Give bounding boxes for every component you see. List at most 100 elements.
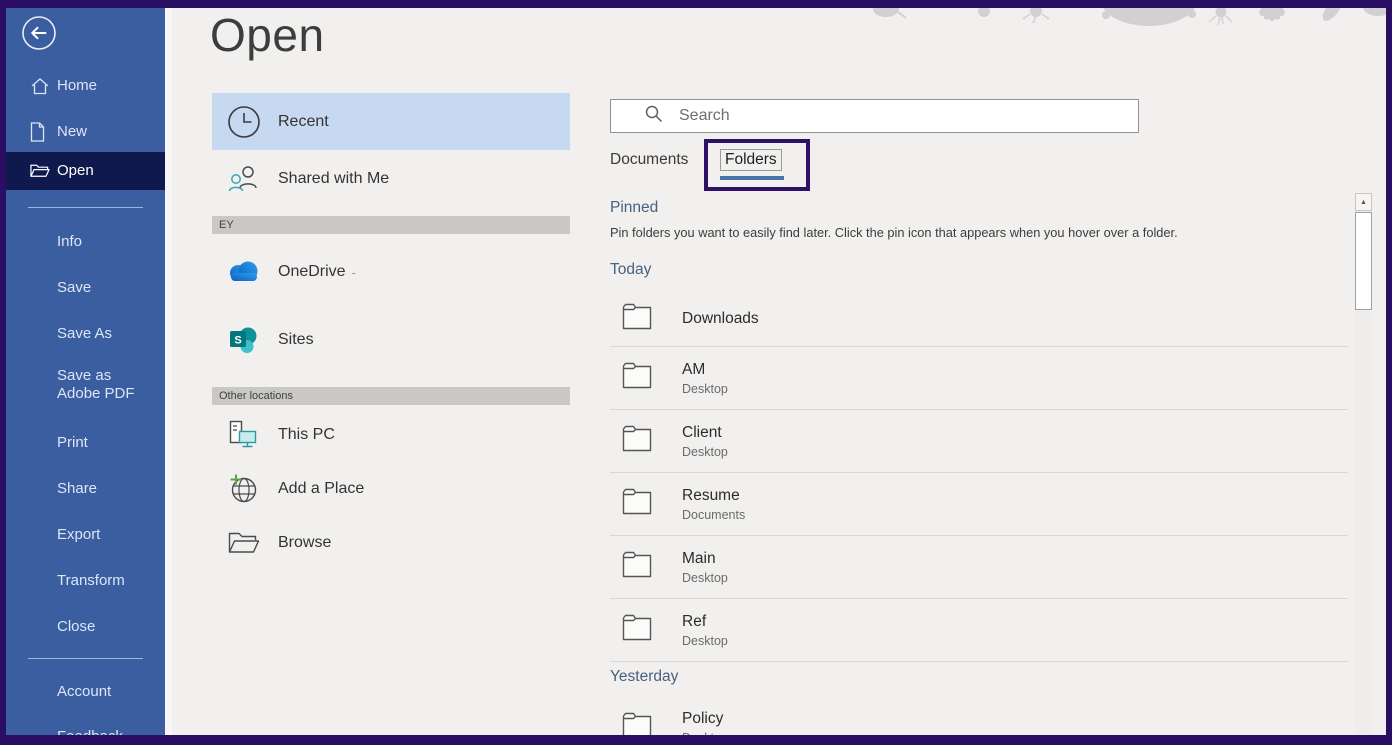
folder-location: Desktop <box>682 445 728 459</box>
group-heading-today: Today <box>610 261 651 279</box>
sidebar-item-new[interactable]: New <box>6 117 165 147</box>
folder-icon <box>622 614 652 646</box>
scrollbar-track[interactable]: ▲ <box>1355 193 1372 735</box>
sidebar-item-account[interactable]: Account <box>6 677 165 707</box>
search-box <box>610 99 1139 133</box>
onedrive-icon <box>226 260 262 284</box>
place-label-suffix: - <box>352 265 356 280</box>
place-add-a-place[interactable]: Add a Place <box>212 462 570 516</box>
search-input[interactable] <box>679 107 1099 125</box>
scrollbar-up-button[interactable]: ▲ <box>1355 193 1372 211</box>
section-band-label: EY <box>219 219 234 231</box>
place-label: Shared with Me <box>278 170 389 188</box>
sidebar-item-open[interactable]: Open <box>6 152 165 190</box>
scrollbar-thumb[interactable] <box>1355 212 1372 310</box>
pinned-heading: Pinned <box>610 199 658 217</box>
pinned-description: Pin folders you want to easily find late… <box>610 225 1178 240</box>
backstage-view: Home New Open <box>6 8 1386 735</box>
folder-row-downloads[interactable]: Downloads <box>610 292 1348 347</box>
sidebar-item-label: Save as Adobe PDF <box>57 367 153 403</box>
sidebar-item-print[interactable]: Print <box>6 428 165 458</box>
sidebar-item-home[interactable]: Home <box>6 71 165 101</box>
place-label: This PC <box>278 426 335 444</box>
place-label: Sites <box>278 331 314 349</box>
folder-icon <box>622 303 652 335</box>
new-document-icon <box>30 122 50 142</box>
folder-icon <box>622 551 652 583</box>
sidebar-item-label: Open <box>57 162 94 180</box>
place-browse[interactable]: Browse <box>212 516 570 570</box>
place-recent[interactable]: Recent <box>212 93 570 150</box>
place-label: Browse <box>278 534 331 552</box>
active-tab-underline <box>720 176 784 180</box>
folder-location: Desktop <box>682 382 728 396</box>
sidebar-item-label: Print <box>57 434 88 452</box>
sidebar-item-close[interactable]: Close <box>6 612 165 642</box>
window-frame: Home New Open <box>0 0 1392 745</box>
place-label: Recent <box>278 113 329 131</box>
place-label: Add a Place <box>278 480 364 498</box>
sidebar-item-label: Transform <box>57 572 125 590</box>
sidebar-item-label: Close <box>57 618 95 636</box>
place-shared-with-me[interactable]: Shared with Me <box>212 150 570 208</box>
back-button[interactable] <box>20 14 58 52</box>
folder-icon <box>622 488 652 520</box>
sidebar-divider <box>28 207 143 208</box>
home-icon <box>30 76 50 96</box>
folder-row-ref[interactable]: Ref Desktop <box>610 599 1348 662</box>
folder-icon <box>622 712 652 736</box>
sidebar-item-label: New <box>57 123 87 141</box>
sidebar-item-label: Home <box>57 77 97 95</box>
sidebar-item-transform[interactable]: Transform <box>6 566 165 596</box>
sidebar-item-label: Account <box>57 683 111 701</box>
decorative-floral-shapes <box>854 8 1386 40</box>
folder-row-am[interactable]: AM Desktop <box>610 347 1348 410</box>
folder-name: Ref <box>682 613 728 631</box>
folder-name: Client <box>682 424 728 442</box>
svg-text:S: S <box>234 335 241 347</box>
folder-row-main[interactable]: Main Desktop <box>610 536 1348 599</box>
folder-location: Desktop <box>682 571 728 585</box>
folder-icon <box>622 362 652 394</box>
folder-row-policy[interactable]: Policy Desktop <box>610 696 1348 735</box>
page-title: Open <box>210 8 325 62</box>
folder-row-resume[interactable]: Resume Documents <box>610 473 1348 536</box>
search-icon <box>645 105 663 128</box>
open-folder-icon <box>30 161 50 181</box>
sidebar-item-label: Save <box>57 279 91 297</box>
sidebar-item-save[interactable]: Save <box>6 273 165 303</box>
place-onedrive[interactable]: OneDrive - <box>212 240 570 304</box>
section-band-ey: EY <box>212 216 570 234</box>
folder-name: Policy <box>682 710 728 728</box>
folder-row-client[interactable]: Client Desktop <box>610 410 1348 473</box>
sidebar-item-label: Info <box>57 233 82 251</box>
tab-folders[interactable]: Folders <box>720 149 782 171</box>
sidebar-item-label: Share <box>57 480 97 498</box>
sidebar-item-save-as[interactable]: Save As <box>6 319 165 349</box>
folder-name: Resume <box>682 487 745 505</box>
annotation-highlight-box: Folders <box>704 139 810 191</box>
place-sites[interactable]: S Sites <box>212 308 570 372</box>
folder-location: Desktop <box>682 634 728 648</box>
browse-folder-icon <box>226 531 262 555</box>
sidebar-item-share[interactable]: Share <box>6 474 165 504</box>
sidebar-item-export[interactable]: Export <box>6 520 165 550</box>
section-band-other-locations: Other locations <box>212 387 570 405</box>
folder-name: AM <box>682 361 728 379</box>
section-band-label: Other locations <box>219 390 293 402</box>
tab-documents[interactable]: Documents <box>610 151 688 169</box>
sidebar-item-info[interactable]: Info <box>6 227 165 257</box>
place-this-pc[interactable]: This PC <box>212 408 570 462</box>
back-arrow-icon <box>20 14 58 52</box>
sidebar-item-feedback[interactable]: Feedback <box>6 722 165 735</box>
sidebar-divider <box>28 658 143 659</box>
pane-edge <box>165 8 172 735</box>
sharepoint-icon: S <box>226 326 262 354</box>
sidebar-item-label: Export <box>57 526 100 544</box>
group-heading-yesterday: Yesterday <box>610 668 678 686</box>
folder-location: Documents <box>682 508 745 522</box>
tab-folders-label: Folders <box>720 149 782 171</box>
folder-name: Main <box>682 550 728 568</box>
sidebar: Home New Open <box>6 8 165 735</box>
sidebar-item-save-as-adobe-pdf[interactable]: Save as Adobe PDF <box>6 365 165 405</box>
